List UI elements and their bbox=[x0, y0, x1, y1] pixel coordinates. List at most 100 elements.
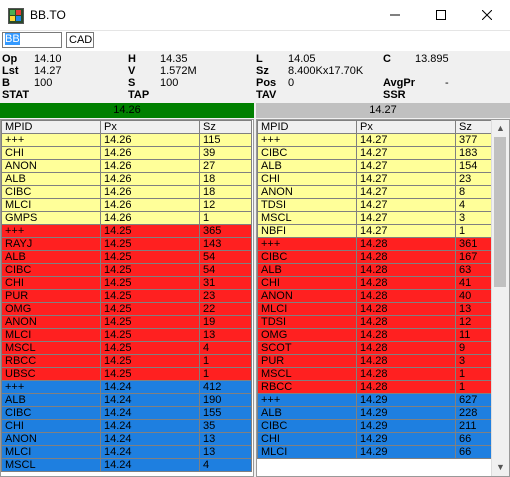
bid-row[interactable]: ANON 14.26 27 bbox=[1, 159, 252, 173]
ask-row[interactable]: ALB 14.27 154 bbox=[257, 159, 493, 173]
ask-row[interactable]: NBFI 14.27 1 bbox=[257, 224, 493, 238]
ask-mpid-cell: +++ bbox=[257, 393, 357, 407]
bid-row[interactable]: MLCI 14.25 13 bbox=[1, 328, 252, 342]
ask-sz-cell: 66 bbox=[455, 445, 493, 459]
ask-scrollbar[interactable]: ▲ ▼ bbox=[491, 120, 509, 476]
ask-row[interactable]: +++ 14.28 361 bbox=[257, 237, 493, 251]
ask-row[interactable]: OMG 14.28 11 bbox=[257, 328, 493, 342]
ask-row[interactable]: ANON 14.28 40 bbox=[257, 289, 493, 303]
ask-row[interactable]: CIBC 14.28 167 bbox=[257, 250, 493, 264]
ask-px-cell: 14.28 bbox=[356, 250, 456, 264]
bid-row[interactable]: ANON 14.24 13 bbox=[1, 432, 252, 446]
ask-row[interactable]: CHI 14.27 23 bbox=[257, 172, 493, 186]
ask-row[interactable]: MLCI 14.28 13 bbox=[257, 302, 493, 316]
bid-sz-cell: 115 bbox=[199, 133, 252, 147]
ask-header-mpid[interactable]: MPID bbox=[257, 120, 357, 134]
bid-mpid-cell: ALB bbox=[1, 172, 101, 186]
bid-sz-cell: 54 bbox=[199, 250, 252, 264]
bid-sz-cell: 143 bbox=[199, 237, 252, 251]
bid-row[interactable]: CHI 14.25 31 bbox=[1, 276, 252, 290]
ask-row[interactable]: CHI 14.29 66 bbox=[257, 432, 493, 446]
scroll-thumb[interactable] bbox=[494, 137, 506, 287]
ask-row[interactable]: TDSI 14.27 4 bbox=[257, 198, 493, 212]
bid-header-sz[interactable]: Sz bbox=[199, 120, 252, 134]
ask-header-sz[interactable]: Sz bbox=[455, 120, 493, 134]
ask-row[interactable]: +++ 14.27 377 bbox=[257, 133, 493, 147]
bid-row[interactable]: ANON 14.25 19 bbox=[1, 315, 252, 329]
ask-row[interactable]: ALB 14.28 63 bbox=[257, 263, 493, 277]
ask-mpid-cell: RBCC bbox=[257, 380, 357, 394]
bid-row[interactable]: MLCI 14.24 13 bbox=[1, 445, 252, 459]
bid-row[interactable]: ALB 14.25 54 bbox=[1, 250, 252, 264]
ask-row[interactable]: RBCC 14.28 1 bbox=[257, 380, 493, 394]
close-button[interactable] bbox=[464, 0, 510, 30]
bid-row[interactable]: ALB 14.24 190 bbox=[1, 393, 252, 407]
ask-px-cell: 14.29 bbox=[356, 406, 456, 420]
bid-row[interactable]: OMG 14.25 22 bbox=[1, 302, 252, 316]
bid-row[interactable]: CHI 14.26 39 bbox=[1, 146, 252, 160]
bid-px-cell: 14.26 bbox=[100, 172, 200, 186]
ask-mpid-cell: +++ bbox=[257, 133, 357, 147]
bid-row[interactable]: CIBC 14.24 155 bbox=[1, 406, 252, 420]
bid-px-cell: 14.25 bbox=[100, 276, 200, 290]
s-value: 100 bbox=[160, 77, 179, 89]
bid-header-mpid[interactable]: MPID bbox=[1, 120, 101, 134]
bid-row[interactable]: +++ 14.25 365 bbox=[1, 224, 252, 238]
bid-row[interactable]: CIBC 14.25 54 bbox=[1, 263, 252, 277]
ask-row[interactable]: +++ 14.29 627 bbox=[257, 393, 493, 407]
ask-row[interactable]: SCOT 14.28 9 bbox=[257, 341, 493, 355]
ask-px-cell: 14.27 bbox=[356, 224, 456, 238]
bid-px-cell: 14.25 bbox=[100, 263, 200, 277]
ssr-label: SSR bbox=[383, 89, 406, 101]
best-ask-bar: 14.27 bbox=[256, 103, 510, 118]
bid-book[interactable]: MPID Px Sz +++ 14.26 115 CHI 14.26 39 ANON 14.2… bbox=[0, 119, 254, 477]
currency-field[interactable]: CAD bbox=[66, 32, 94, 48]
bid-mpid-cell: +++ bbox=[1, 133, 101, 147]
bid-header-px[interactable]: Px bbox=[100, 120, 200, 134]
bid-mpid-cell: RBCC bbox=[1, 354, 101, 368]
bid-px-cell: 14.25 bbox=[100, 289, 200, 303]
bid-row[interactable]: MSCL 14.25 4 bbox=[1, 341, 252, 355]
bid-mpid-cell: OMG bbox=[1, 302, 101, 316]
h-value: 14.35 bbox=[160, 53, 188, 65]
ask-row[interactable]: MSCL 14.27 3 bbox=[257, 211, 493, 225]
ask-px-cell: 14.29 bbox=[356, 393, 456, 407]
bid-row[interactable]: +++ 14.24 412 bbox=[1, 380, 252, 394]
bid-mpid-cell: UBSC bbox=[1, 367, 101, 381]
ask-row[interactable]: MSCL 14.28 1 bbox=[257, 367, 493, 381]
ask-row[interactable]: CHI 14.28 41 bbox=[257, 276, 493, 290]
minimize-button[interactable] bbox=[372, 0, 418, 30]
ask-row[interactable]: TDSI 14.28 12 bbox=[257, 315, 493, 329]
bid-row[interactable]: +++ 14.26 115 bbox=[1, 133, 252, 147]
scroll-down-icon[interactable]: ▼ bbox=[492, 459, 509, 476]
bid-px-cell: 14.24 bbox=[100, 458, 200, 472]
bid-mpid-cell: GMPS bbox=[1, 211, 101, 225]
bid-row[interactable]: MSCL 14.24 4 bbox=[1, 458, 252, 472]
ask-row[interactable]: MLCI 14.29 66 bbox=[257, 445, 493, 459]
ask-row[interactable]: ANON 14.27 8 bbox=[257, 185, 493, 199]
ask-sz-cell: 361 bbox=[455, 237, 493, 251]
bid-row[interactable]: CHI 14.24 35 bbox=[1, 419, 252, 433]
bid-row[interactable]: RBCC 14.25 1 bbox=[1, 354, 252, 368]
bid-row[interactable]: RAYJ 14.25 143 bbox=[1, 237, 252, 251]
bid-row[interactable]: PUR 14.25 23 bbox=[1, 289, 252, 303]
s-label: S bbox=[128, 77, 136, 89]
ask-row[interactable]: ALB 14.29 228 bbox=[257, 406, 493, 420]
bid-row[interactable]: CIBC 14.26 18 bbox=[1, 185, 252, 199]
ask-row[interactable]: PUR 14.28 3 bbox=[257, 354, 493, 368]
ask-row[interactable]: CIBC 14.27 183 bbox=[257, 146, 493, 160]
toolbar: BB CAD bbox=[0, 31, 510, 51]
ask-book[interactable]: MPID Px Sz +++ 14.27 377 CIBC 14.27 183 ALB 14.… bbox=[256, 119, 510, 477]
ask-mpid-cell: ALB bbox=[257, 159, 357, 173]
ask-row[interactable]: CIBC 14.29 211 bbox=[257, 419, 493, 433]
bid-row[interactable]: MLCI 14.26 12 bbox=[1, 198, 252, 212]
scroll-up-icon[interactable]: ▲ bbox=[492, 120, 509, 137]
bid-mpid-cell: ANON bbox=[1, 159, 101, 173]
ask-header-px[interactable]: Px bbox=[356, 120, 456, 134]
bid-row[interactable]: ALB 14.26 18 bbox=[1, 172, 252, 186]
bid-row[interactable]: GMPS 14.26 1 bbox=[1, 211, 252, 225]
symbol-input[interactable]: BB bbox=[2, 32, 62, 48]
bid-row[interactable]: UBSC 14.25 1 bbox=[1, 367, 252, 381]
maximize-button[interactable] bbox=[418, 0, 464, 30]
ask-sz-cell: 627 bbox=[455, 393, 493, 407]
